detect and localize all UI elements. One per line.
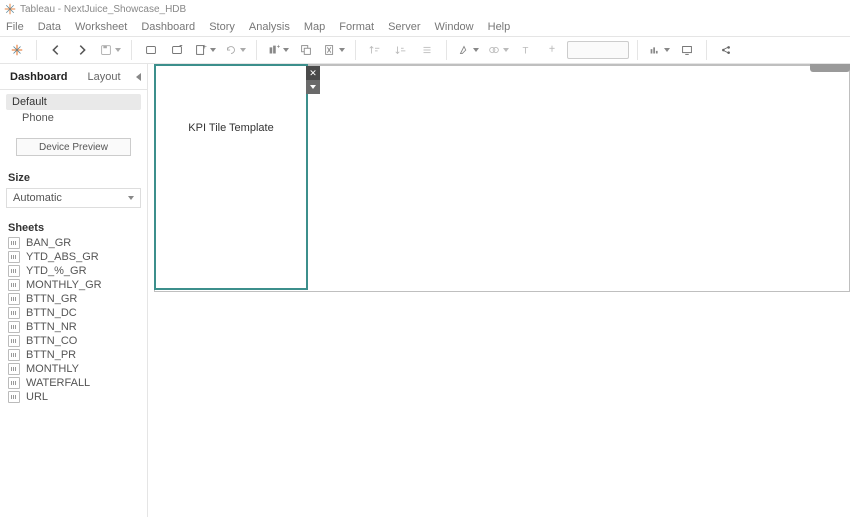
tile-menu-button[interactable] <box>306 80 320 94</box>
sheet-item[interactable]: YTD_ABS_GR <box>4 250 143 264</box>
title-bar: Tableau - NextJuice_Showcase_HDB <box>0 0 850 18</box>
main-area: Dashboard Layout Default Phone Device Pr… <box>0 64 850 517</box>
kpi-tile[interactable]: KPI Tile Template ✕ <box>154 64 308 290</box>
device-preview-list: Default Phone <box>0 90 147 132</box>
menu-file[interactable]: File <box>6 21 24 33</box>
menu-story[interactable]: Story <box>209 21 235 33</box>
sheets-list: BAN_GR YTD_ABS_GR YTD_%_GR MONTHLY_GR BT… <box>0 236 147 404</box>
sort-clear-button[interactable] <box>416 39 438 61</box>
menu-help[interactable]: Help <box>488 21 511 33</box>
worksheet-icon <box>8 265 20 277</box>
menu-bar: File Data Worksheet Dashboard Story Anal… <box>0 18 850 36</box>
tile-controls: ✕ <box>306 66 320 94</box>
size-section-label: Size <box>0 166 147 186</box>
sheet-item[interactable]: WATERFALL <box>4 376 143 390</box>
worksheet-icon <box>8 307 20 319</box>
show-me-button[interactable] <box>646 39 672 61</box>
sheet-item[interactable]: MONTHLY <box>4 362 143 376</box>
menu-analysis[interactable]: Analysis <box>249 21 290 33</box>
pause-button[interactable] <box>166 39 188 61</box>
clear-button[interactable] <box>321 39 347 61</box>
worksheet-icon <box>8 363 20 375</box>
sheet-item[interactable]: BTTN_DC <box>4 306 143 320</box>
sidebar-tabs: Dashboard Layout <box>0 64 147 90</box>
device-phone[interactable]: Phone <box>6 110 141 126</box>
chevron-left-icon <box>136 73 141 81</box>
tab-layout[interactable]: Layout <box>77 64 130 89</box>
sheets-section-label: Sheets <box>0 216 147 236</box>
duplicate-button[interactable] <box>295 39 317 61</box>
worksheet-icon <box>8 335 20 347</box>
sheet-item[interactable]: BAN_GR <box>4 236 143 250</box>
svg-text:+: + <box>277 43 281 50</box>
menu-worksheet[interactable]: Worksheet <box>75 21 127 33</box>
window-title: Tableau - NextJuice_Showcase_HDB <box>20 4 186 15</box>
menu-window[interactable]: Window <box>435 21 474 33</box>
text-button[interactable]: T <box>515 39 537 61</box>
kpi-tile-label: KPI Tile Template <box>156 122 306 134</box>
worksheet-icon <box>8 321 20 333</box>
forward-button[interactable] <box>71 39 93 61</box>
menu-data[interactable]: Data <box>38 21 61 33</box>
swap-button[interactable]: + <box>265 39 291 61</box>
tab-dashboard[interactable]: Dashboard <box>0 64 77 89</box>
highlight-button[interactable] <box>455 39 481 61</box>
new-datasource-button[interactable] <box>140 39 162 61</box>
dashboard-canvas[interactable]: KPI Tile Template ✕ <box>148 64 850 517</box>
toolbar: + + T <box>0 36 850 64</box>
size-value: Automatic <box>13 192 62 204</box>
share-button[interactable] <box>715 39 737 61</box>
sheet-item[interactable]: BTTN_PR <box>4 348 143 362</box>
sort-desc-button[interactable] <box>390 39 412 61</box>
sheet-item[interactable]: YTD_%_GR <box>4 264 143 278</box>
drag-handle[interactable] <box>810 64 850 72</box>
tableau-logo-icon <box>4 3 16 15</box>
svg-text:T: T <box>523 46 529 57</box>
save-button[interactable] <box>97 39 123 61</box>
refresh-button[interactable] <box>222 39 248 61</box>
size-dropdown[interactable]: Automatic <box>6 188 141 208</box>
worksheet-icon <box>8 237 20 249</box>
svg-text:+: + <box>203 44 207 51</box>
menu-server[interactable]: Server <box>388 21 420 33</box>
sheet-item[interactable]: URL <box>4 390 143 404</box>
menu-map[interactable]: Map <box>304 21 325 33</box>
menu-dashboard[interactable]: Dashboard <box>141 21 195 33</box>
sidebar: Dashboard Layout Default Phone Device Pr… <box>0 64 148 517</box>
sheet-item[interactable]: BTTN_CO <box>4 334 143 348</box>
sheet-item[interactable]: BTTN_NR <box>4 320 143 334</box>
worksheet-icon <box>8 391 20 403</box>
worksheet-icon <box>8 349 20 361</box>
worksheet-icon <box>8 293 20 305</box>
back-button[interactable] <box>45 39 67 61</box>
sort-asc-button[interactable] <box>364 39 386 61</box>
menu-format[interactable]: Format <box>339 21 374 33</box>
sheet-item[interactable]: MONTHLY_GR <box>4 278 143 292</box>
chevron-down-icon <box>128 196 134 200</box>
collapse-sidebar-button[interactable] <box>131 73 148 81</box>
worksheet-icon <box>8 279 20 291</box>
tableau-icon[interactable] <box>6 39 28 61</box>
worksheet-icon <box>8 251 20 263</box>
presentation-button[interactable] <box>676 39 698 61</box>
tile-remove-button[interactable]: ✕ <box>306 66 320 80</box>
pin-button[interactable] <box>541 39 563 61</box>
group-button[interactable] <box>485 39 511 61</box>
device-default[interactable]: Default <box>6 94 141 110</box>
new-worksheet-button[interactable]: + <box>192 39 218 61</box>
sheet-item[interactable]: BTTN_GR <box>4 292 143 306</box>
toolbar-search-input[interactable] <box>567 41 629 59</box>
device-preview-button[interactable]: Device Preview <box>16 138 131 156</box>
worksheet-icon <box>8 377 20 389</box>
